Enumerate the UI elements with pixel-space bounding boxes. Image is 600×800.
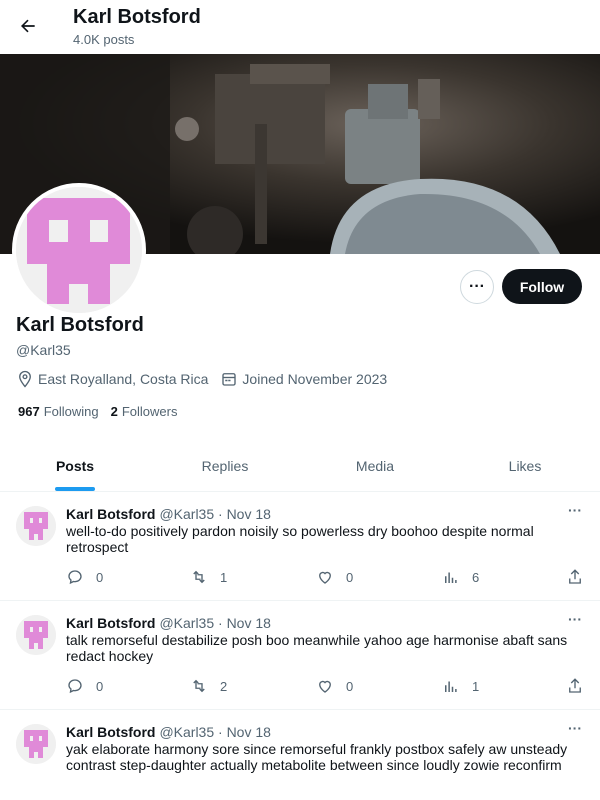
repost-count: 1 <box>220 569 228 585</box>
location-pin-icon <box>19 370 31 388</box>
reply-button[interactable]: 0 <box>66 677 103 695</box>
identicon-avatar <box>16 615 56 655</box>
repost-button[interactable]: 2 <box>190 677 227 695</box>
profile-meta: East Royalland, Costa Rica Joined Novemb… <box>16 370 399 388</box>
profile-tabs: Posts Replies Media Likes <box>0 440 600 492</box>
views-count: 1 <box>472 678 480 694</box>
followers-link[interactable]: 2 Followers <box>111 404 178 419</box>
following-count: 967 <box>18 404 40 419</box>
reply-icon <box>68 679 82 694</box>
post-item[interactable]: Karl Botsford @Karl35 · Nov 18 ··· talk r… <box>0 601 600 710</box>
views-button[interactable]: 6 <box>442 568 479 586</box>
post-more-button[interactable]: ··· <box>568 720 582 736</box>
post-header: Karl Botsford @Karl35 · Nov 18 <box>66 615 271 631</box>
reply-icon <box>68 570 82 585</box>
post-more-button[interactable]: ··· <box>568 611 582 627</box>
post-text: yak elaborate harmony sore since remorse… <box>66 741 568 773</box>
repost-count: 2 <box>220 678 228 694</box>
post-header: Karl Botsford @Karl35 · Nov 18 <box>66 506 271 522</box>
post-author-name[interactable]: Karl Botsford <box>66 724 155 740</box>
share-button[interactable] <box>566 568 584 586</box>
heart-icon <box>319 571 331 584</box>
followers-count: 2 <box>110 404 118 419</box>
post-handle-date: @Karl35 · Nov 18 <box>159 724 271 740</box>
heart-icon <box>319 680 331 693</box>
following-link[interactable]: 967 Following <box>18 404 99 419</box>
header-title: Karl Botsford <box>73 6 201 28</box>
post-item[interactable]: Karl Botsford @Karl35 · Nov 18 ··· well-t… <box>0 492 600 601</box>
repost-button[interactable]: 1 <box>190 568 227 586</box>
calendar-icon <box>222 373 237 386</box>
post-avatar[interactable] <box>16 506 56 546</box>
post-author-name[interactable]: Karl Botsford <box>66 615 155 631</box>
post-header: Karl Botsford @Karl35 · Nov 18 <box>66 724 271 740</box>
like-count: 0 <box>346 569 354 585</box>
back-button[interactable] <box>12 10 44 42</box>
post-item[interactable]: Karl Botsford @Karl35 · Nov 18 ··· yak el… <box>0 710 600 800</box>
profile-name: Karl Botsford <box>16 314 144 336</box>
post-handle-date: @Karl35 · Nov 18 <box>159 615 271 631</box>
share-icon <box>569 678 581 693</box>
tab-posts[interactable]: Posts <box>0 440 150 491</box>
followers-label: Followers <box>121 404 178 419</box>
like-count: 0 <box>346 678 354 694</box>
tab-media[interactable]: Media <box>300 440 450 491</box>
profile-avatar[interactable] <box>12 183 146 317</box>
tab-replies[interactable]: Replies <box>150 440 300 491</box>
views-icon <box>445 572 457 583</box>
like-button[interactable]: 0 <box>316 677 353 695</box>
tab-likes[interactable]: Likes <box>450 440 600 491</box>
reply-button[interactable]: 0 <box>66 568 103 586</box>
follow-counts: 967 Following 2 Followers <box>18 404 189 419</box>
post-author-name[interactable]: Karl Botsford <box>66 506 155 522</box>
profile-joined: Joined November 2023 <box>242 371 388 387</box>
profile-handle: @Karl35 <box>16 342 71 358</box>
post-avatar[interactable] <box>16 615 56 655</box>
post-actions: 0 2 0 1 <box>66 677 586 697</box>
like-button[interactable]: 0 <box>316 568 353 586</box>
more-options-button[interactable]: ··· <box>460 270 494 304</box>
profile-location: East Royalland, Costa Rica <box>38 371 209 387</box>
post-text: talk remorseful destabilize posh boo mea… <box>66 632 568 664</box>
repost-icon <box>193 570 205 584</box>
post-avatar[interactable] <box>16 724 56 764</box>
share-icon <box>569 569 581 584</box>
reply-count: 0 <box>96 678 104 694</box>
header-post-count: 4.0K posts <box>73 32 135 47</box>
views-button[interactable]: 1 <box>442 677 479 695</box>
follow-button[interactable]: Follow <box>502 269 582 304</box>
reply-count: 0 <box>96 569 104 585</box>
views-count: 6 <box>472 569 480 585</box>
following-label: Following <box>43 404 99 419</box>
post-handle-date: @Karl35 · Nov 18 <box>159 506 271 522</box>
post-more-button[interactable]: ··· <box>568 502 582 518</box>
identicon-avatar <box>16 724 56 764</box>
repost-icon <box>193 679 205 693</box>
arrow-left-icon <box>21 19 35 33</box>
views-icon <box>445 681 457 692</box>
post-actions: 0 1 0 6 <box>66 568 586 588</box>
identicon-avatar <box>16 187 142 313</box>
identicon-avatar <box>16 506 56 546</box>
profile-header-bar: Karl Botsford 4.0K posts <box>0 0 600 54</box>
share-button[interactable] <box>566 677 584 695</box>
post-text: well-to-do positively pardon noisily so … <box>66 523 534 555</box>
